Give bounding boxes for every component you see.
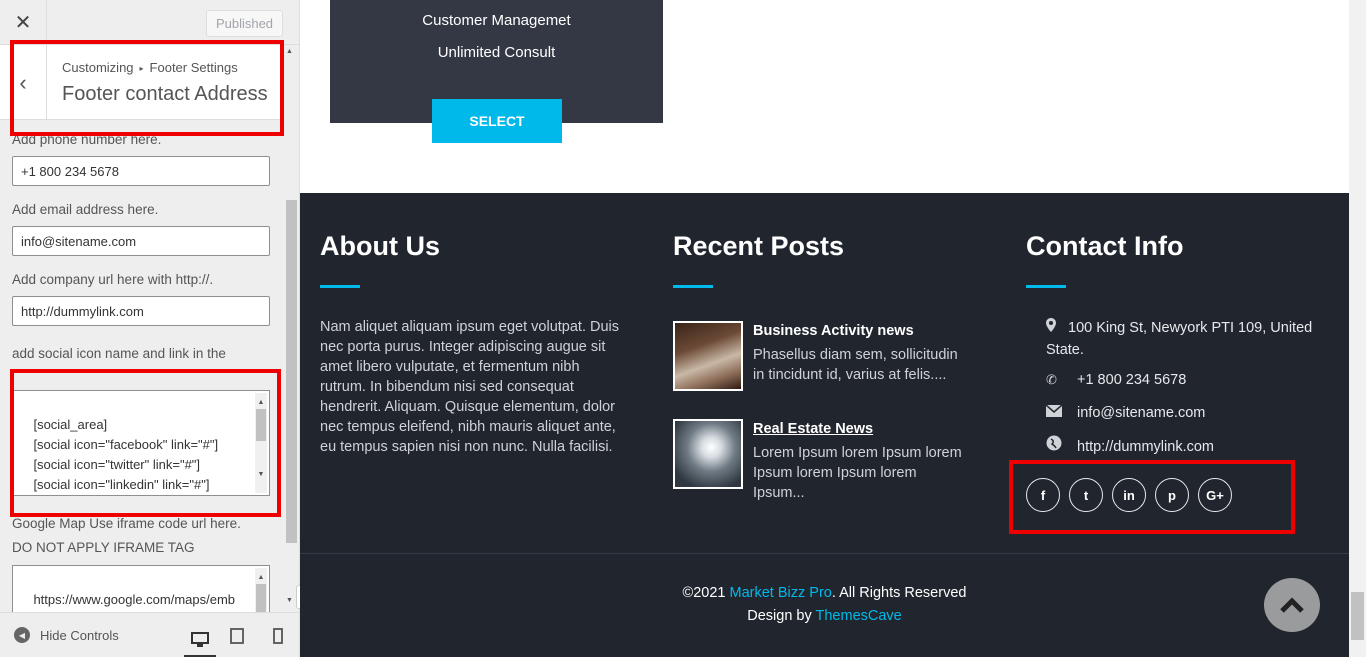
contact-phone: ✆ +1 800 234 5678 [1046,369,1186,391]
phone-icon: ✆ [1046,372,1057,387]
design-credit: Design by ThemesCave [300,608,1349,624]
chevron-up-icon [1280,597,1304,613]
envelope-icon [1045,402,1066,424]
published-button[interactable]: Published [206,10,283,37]
mobile-icon [273,628,283,644]
title-underline [320,285,360,288]
customizer-header: ✕ Published [0,0,299,45]
phone-input[interactable] [12,156,270,186]
contact-url-text[interactable]: http://dummylink.com [1077,439,1214,455]
sidebar-scroll-down-icon[interactable]: ▼ [286,597,293,604]
copyright-suffix: . All Rights Reserved [831,585,967,601]
scroll-to-top-button[interactable] [1264,578,1320,632]
about-title: About Us [320,231,440,261]
highlight-box-section-title [10,40,284,136]
recent-posts-title: Recent Posts [673,231,845,261]
post-thumbnail[interactable] [673,419,743,489]
contact-url: http://dummylink.com [1046,435,1214,458]
close-customizer-button[interactable]: ✕ [0,0,47,45]
company-url-label: Add company url here with http://. [12,272,214,287]
highlight-box-social-icons [1009,460,1295,534]
pricing-feature: Unlimited Consult [437,44,556,61]
preview-tablet-button[interactable] [226,625,248,647]
close-icon: ✕ [14,12,32,34]
sidebar-scroll-thumb[interactable] [286,200,297,543]
map-scroll-thumb[interactable] [256,584,266,614]
email-label: Add email address here. [12,202,159,217]
themescave-link[interactable]: ThemesCave [816,608,902,624]
about-text: Nam aliquet aliquam ipsum eget volutpat.… [320,319,620,455]
map-label-1: Google Map Use iframe code url here. [12,516,241,531]
sidebar-scroll-up-icon[interactable]: ▲ [286,48,293,55]
site-footer: About Us Nam aliquet aliquam ipsum eget … [300,193,1349,657]
post-title-link[interactable]: Real Estate News [753,421,873,437]
tablet-icon [230,628,244,644]
customizer-sidebar: ✕ Published ‹ Customizing ▸ Footer Setting… [0,0,300,657]
contact-address-text: 100 King St, Newyork PTI 109, United Sta… [1046,320,1313,358]
post-title-link[interactable]: Business Activity news [753,323,914,339]
footer-divider [300,553,1349,554]
customizer-footer: ◀ Hide Controls [0,612,299,657]
list-item: Business Activity news Phasellus diam se… [673,321,973,391]
preview-mobile-button[interactable] [267,625,289,647]
preview-desktop-button[interactable] [184,625,216,657]
social-label: add social icon name and link in the sho… [12,346,226,361]
list-item: Real Estate News Lorem Ipsum lorem Ipsum… [673,419,973,501]
contact-email-text[interactable]: info@sitename.com [1077,405,1205,421]
site-preview: Customer Managemet Unlimited Consult SEL… [300,0,1349,657]
design-prefix: Design by [747,608,816,624]
map-marker-icon [1046,317,1058,339]
pricing-feature: Customer Managemet [422,12,571,29]
contact-address: 100 King St, Newyork PTI 109, United Sta… [1046,317,1321,361]
title-underline [1026,285,1066,288]
post-thumbnail[interactable] [673,321,743,391]
globe-icon [1046,435,1066,458]
hide-controls-button[interactable]: ◀ Hide Controls [14,627,119,643]
post-excerpt: Phasellus diam sem, sollicitudin in tinc… [753,347,958,383]
page-scrollbar[interactable] [1349,0,1366,657]
brand-link[interactable]: Market Bizz Pro [730,585,832,601]
company-url-input[interactable] [12,296,270,326]
copyright-text: ©2021 Market Bizz Pro. All Rights Reserv… [300,585,1349,601]
contact-email: info@sitename.com [1045,402,1205,424]
post-excerpt: Lorem Ipsum lorem Ipsum lorem Ipsum lore… [753,445,962,501]
contact-phone-text: +1 800 234 5678 [1077,372,1187,388]
select-plan-button[interactable]: SELECT [432,99,562,143]
map-label-2: DO NOT APPLY IFRAME TAG [12,540,195,555]
copyright-prefix: ©2021 [682,585,730,601]
collapse-icon: ◀ [14,627,30,643]
contact-info-title: Contact Info [1026,231,1184,261]
title-underline [673,285,713,288]
hide-controls-label: Hide Controls [40,627,119,643]
highlight-box-social-shortcode [10,369,281,517]
email-input[interactable] [12,226,270,256]
page-scroll-thumb[interactable] [1351,592,1364,640]
desktop-icon [191,632,209,647]
